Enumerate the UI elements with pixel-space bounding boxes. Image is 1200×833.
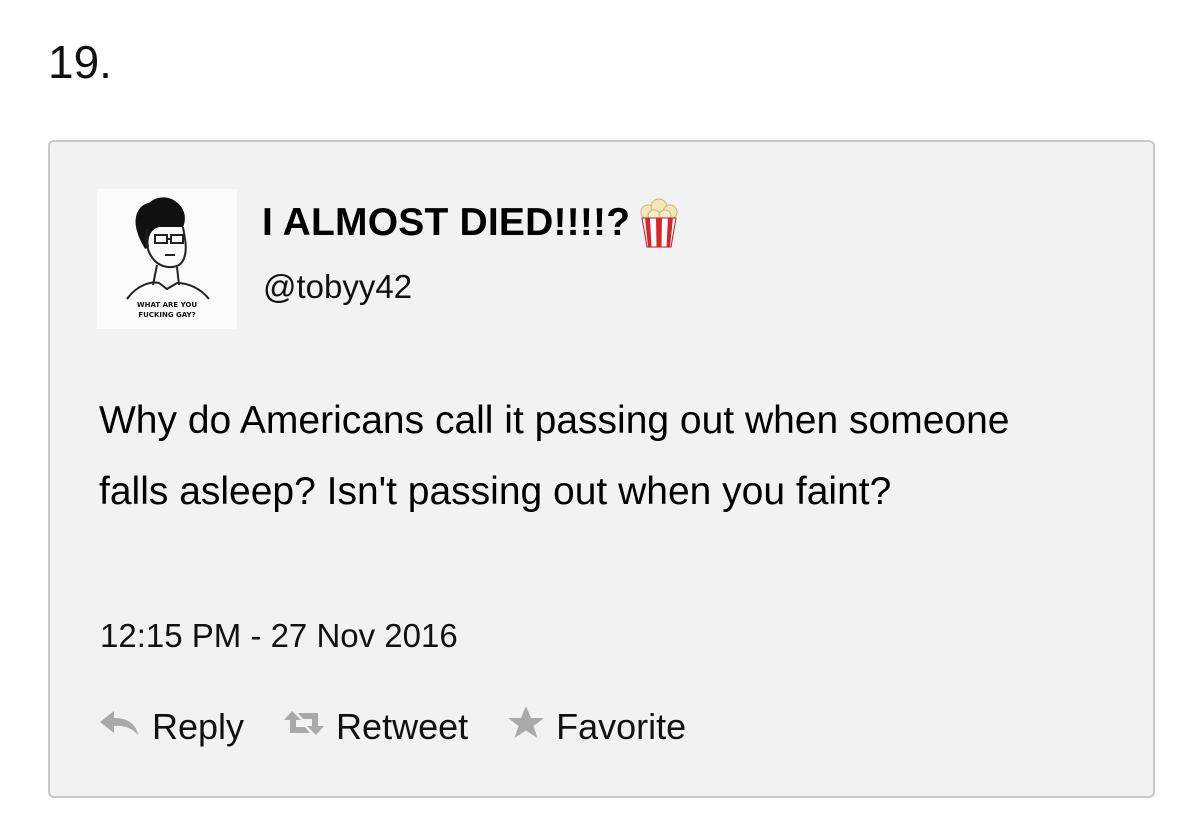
retweet-icon <box>282 705 326 749</box>
page: 19. WHAT ARE YOU FUCKING GAY? I ALMOST D… <box>0 0 1200 833</box>
tweet-text: Why do Americans call it passing out whe… <box>99 399 1010 513</box>
avatar-caption-line2: FUCKING GAY? <box>138 311 195 319</box>
popcorn-icon <box>636 198 682 248</box>
avatar[interactable]: WHAT ARE YOU FUCKING GAY? <box>97 189 237 329</box>
tweet-card: WHAT ARE YOU FUCKING GAY? I ALMOST DIED!… <box>48 140 1155 798</box>
reply-button[interactable]: Reply <box>98 705 244 749</box>
favorite-label: Favorite <box>556 706 687 747</box>
display-name-row: I ALMOST DIED!!!!? <box>262 198 682 248</box>
tweet-actions: Reply Retweet Favorite <box>98 704 724 750</box>
reply-label: Reply <box>152 706 245 747</box>
star-icon <box>506 704 546 750</box>
item-number: 19. <box>48 36 112 88</box>
user-handle[interactable]: @tobyy42 <box>263 267 412 307</box>
favorite-button[interactable]: Favorite <box>506 704 686 750</box>
display-name[interactable]: I ALMOST DIED!!!!? <box>262 199 630 247</box>
retweet-label: Retweet <box>336 706 469 747</box>
avatar-image: WHAT ARE YOU FUCKING GAY? <box>97 189 237 329</box>
avatar-caption-line1: WHAT ARE YOU <box>137 301 197 309</box>
tweet-timestamp[interactable]: 12:15 PM - 27 Nov 2016 <box>100 616 458 656</box>
retweet-button[interactable]: Retweet <box>282 705 468 749</box>
reply-icon <box>98 705 142 749</box>
